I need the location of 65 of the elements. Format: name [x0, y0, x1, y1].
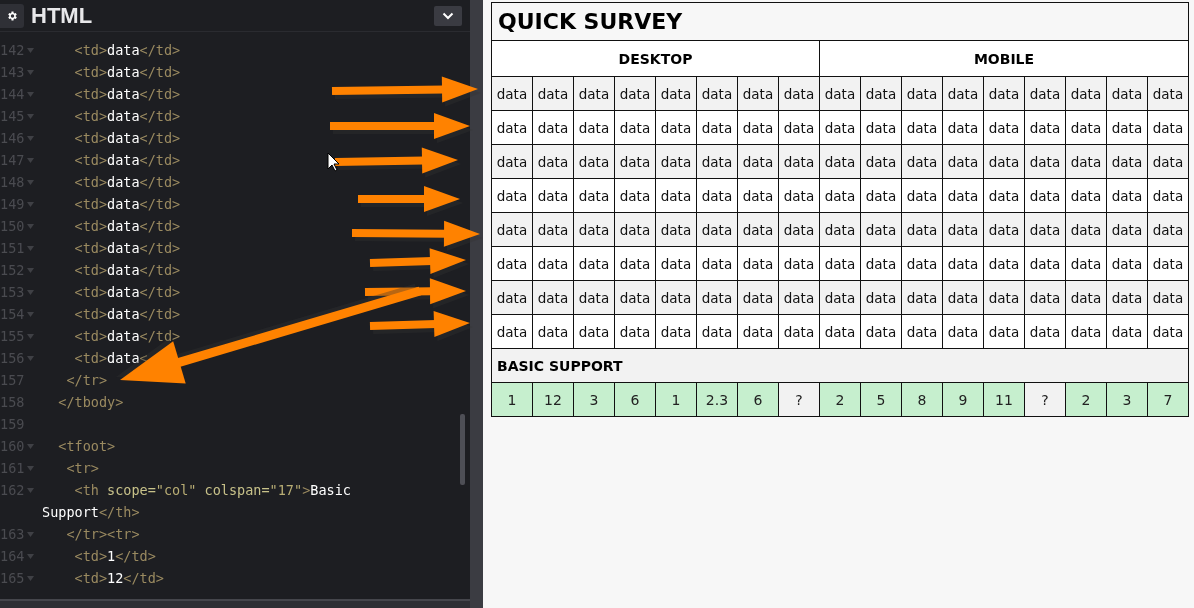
code-line: <td>data</td> — [73, 174, 181, 190]
table-cell: data — [491, 280, 533, 315]
panel-title: HTML — [31, 2, 94, 29]
fold-toggle-icon[interactable] — [27, 311, 34, 317]
table-title: QUICK SURVEY — [491, 2, 1189, 41]
table-cell: data — [491, 212, 533, 247]
column-group-header: DESKTOP — [491, 40, 820, 77]
fold-toggle-icon[interactable] — [27, 179, 34, 185]
fold-toggle-icon[interactable] — [27, 267, 34, 273]
fold-toggle-icon[interactable] — [27, 69, 34, 75]
fold-toggle-icon[interactable] — [27, 531, 34, 537]
code-line: </tr><tr> — [65, 526, 140, 542]
code-line: <tr> — [65, 460, 99, 476]
code-line: <td>data</td> — [73, 108, 181, 124]
code-line: <td>data</td> — [73, 306, 181, 322]
collapse-button[interactable] — [434, 5, 462, 26]
code-line: <td>data</td> — [73, 262, 181, 278]
footer-header: BASIC SUPPORT — [491, 348, 1189, 383]
fold-toggle-icon[interactable] — [27, 487, 34, 493]
fold-toggle-icon[interactable] — [27, 135, 34, 141]
code-line: <td>data</td> — [73, 328, 181, 344]
settings-icon — [6, 9, 18, 22]
fold-toggle-icon[interactable] — [27, 113, 34, 119]
fold-toggle-icon[interactable] — [27, 575, 34, 581]
chevron-down-icon — [442, 11, 454, 20]
code-line: <th scope="col" colspan="17">Basic — [73, 482, 351, 498]
code-line: <td>data</td> — [73, 64, 181, 80]
settings-button[interactable] — [0, 3, 24, 28]
code-line: <tfoot> — [57, 438, 116, 454]
code-line: <td>data</td> — [73, 42, 181, 58]
table-cell: data — [491, 246, 533, 281]
table-cell: data — [491, 144, 533, 179]
scrollbar-thumb[interactable] — [460, 414, 465, 485]
code-line: <td>data</td> — [73, 240, 181, 256]
code-line: <td>data</td> — [73, 218, 181, 234]
fold-toggle-icon[interactable] — [27, 223, 34, 229]
fold-toggle-icon[interactable] — [27, 47, 34, 53]
support-cell: 1 — [491, 382, 533, 417]
fold-toggle-icon[interactable] — [27, 91, 34, 97]
fold-toggle-icon[interactable] — [27, 333, 34, 339]
fold-toggle-icon[interactable] — [27, 289, 34, 295]
table-cell: data — [491, 314, 533, 349]
code-line: </tbody> — [57, 394, 124, 410]
horizontal-scrollbar[interactable] — [0, 599, 470, 608]
code-line: <td>data</td> — [73, 152, 181, 168]
code-line: <td>data</td> — [73, 86, 181, 102]
fold-toggle-icon[interactable] — [27, 201, 34, 207]
code-line: <td>12</td> — [73, 570, 164, 586]
fold-toggle-icon[interactable] — [27, 355, 34, 361]
table-cell: data — [491, 178, 533, 213]
fold-toggle-icon[interactable] — [27, 157, 34, 163]
code-line: <td>data</td> — [73, 130, 181, 146]
fold-toggle-icon[interactable] — [27, 245, 34, 251]
code-line: Support</th> — [42, 504, 140, 520]
code-line: <td>data</td> — [73, 196, 181, 212]
mouse-cursor-icon — [327, 152, 340, 172]
code-line: </tr> — [65, 372, 108, 388]
table-cell: data — [491, 76, 533, 111]
fold-toggle-icon[interactable] — [27, 465, 34, 471]
column-group-header: MOBILE — [819, 40, 1189, 77]
code-line: <td>1</td> — [73, 548, 156, 564]
fold-toggle-icon[interactable] — [27, 443, 34, 449]
table-cell: data — [491, 110, 533, 145]
code-line: <td>data</td> — [73, 284, 181, 300]
fold-toggle-icon[interactable] — [27, 553, 34, 559]
